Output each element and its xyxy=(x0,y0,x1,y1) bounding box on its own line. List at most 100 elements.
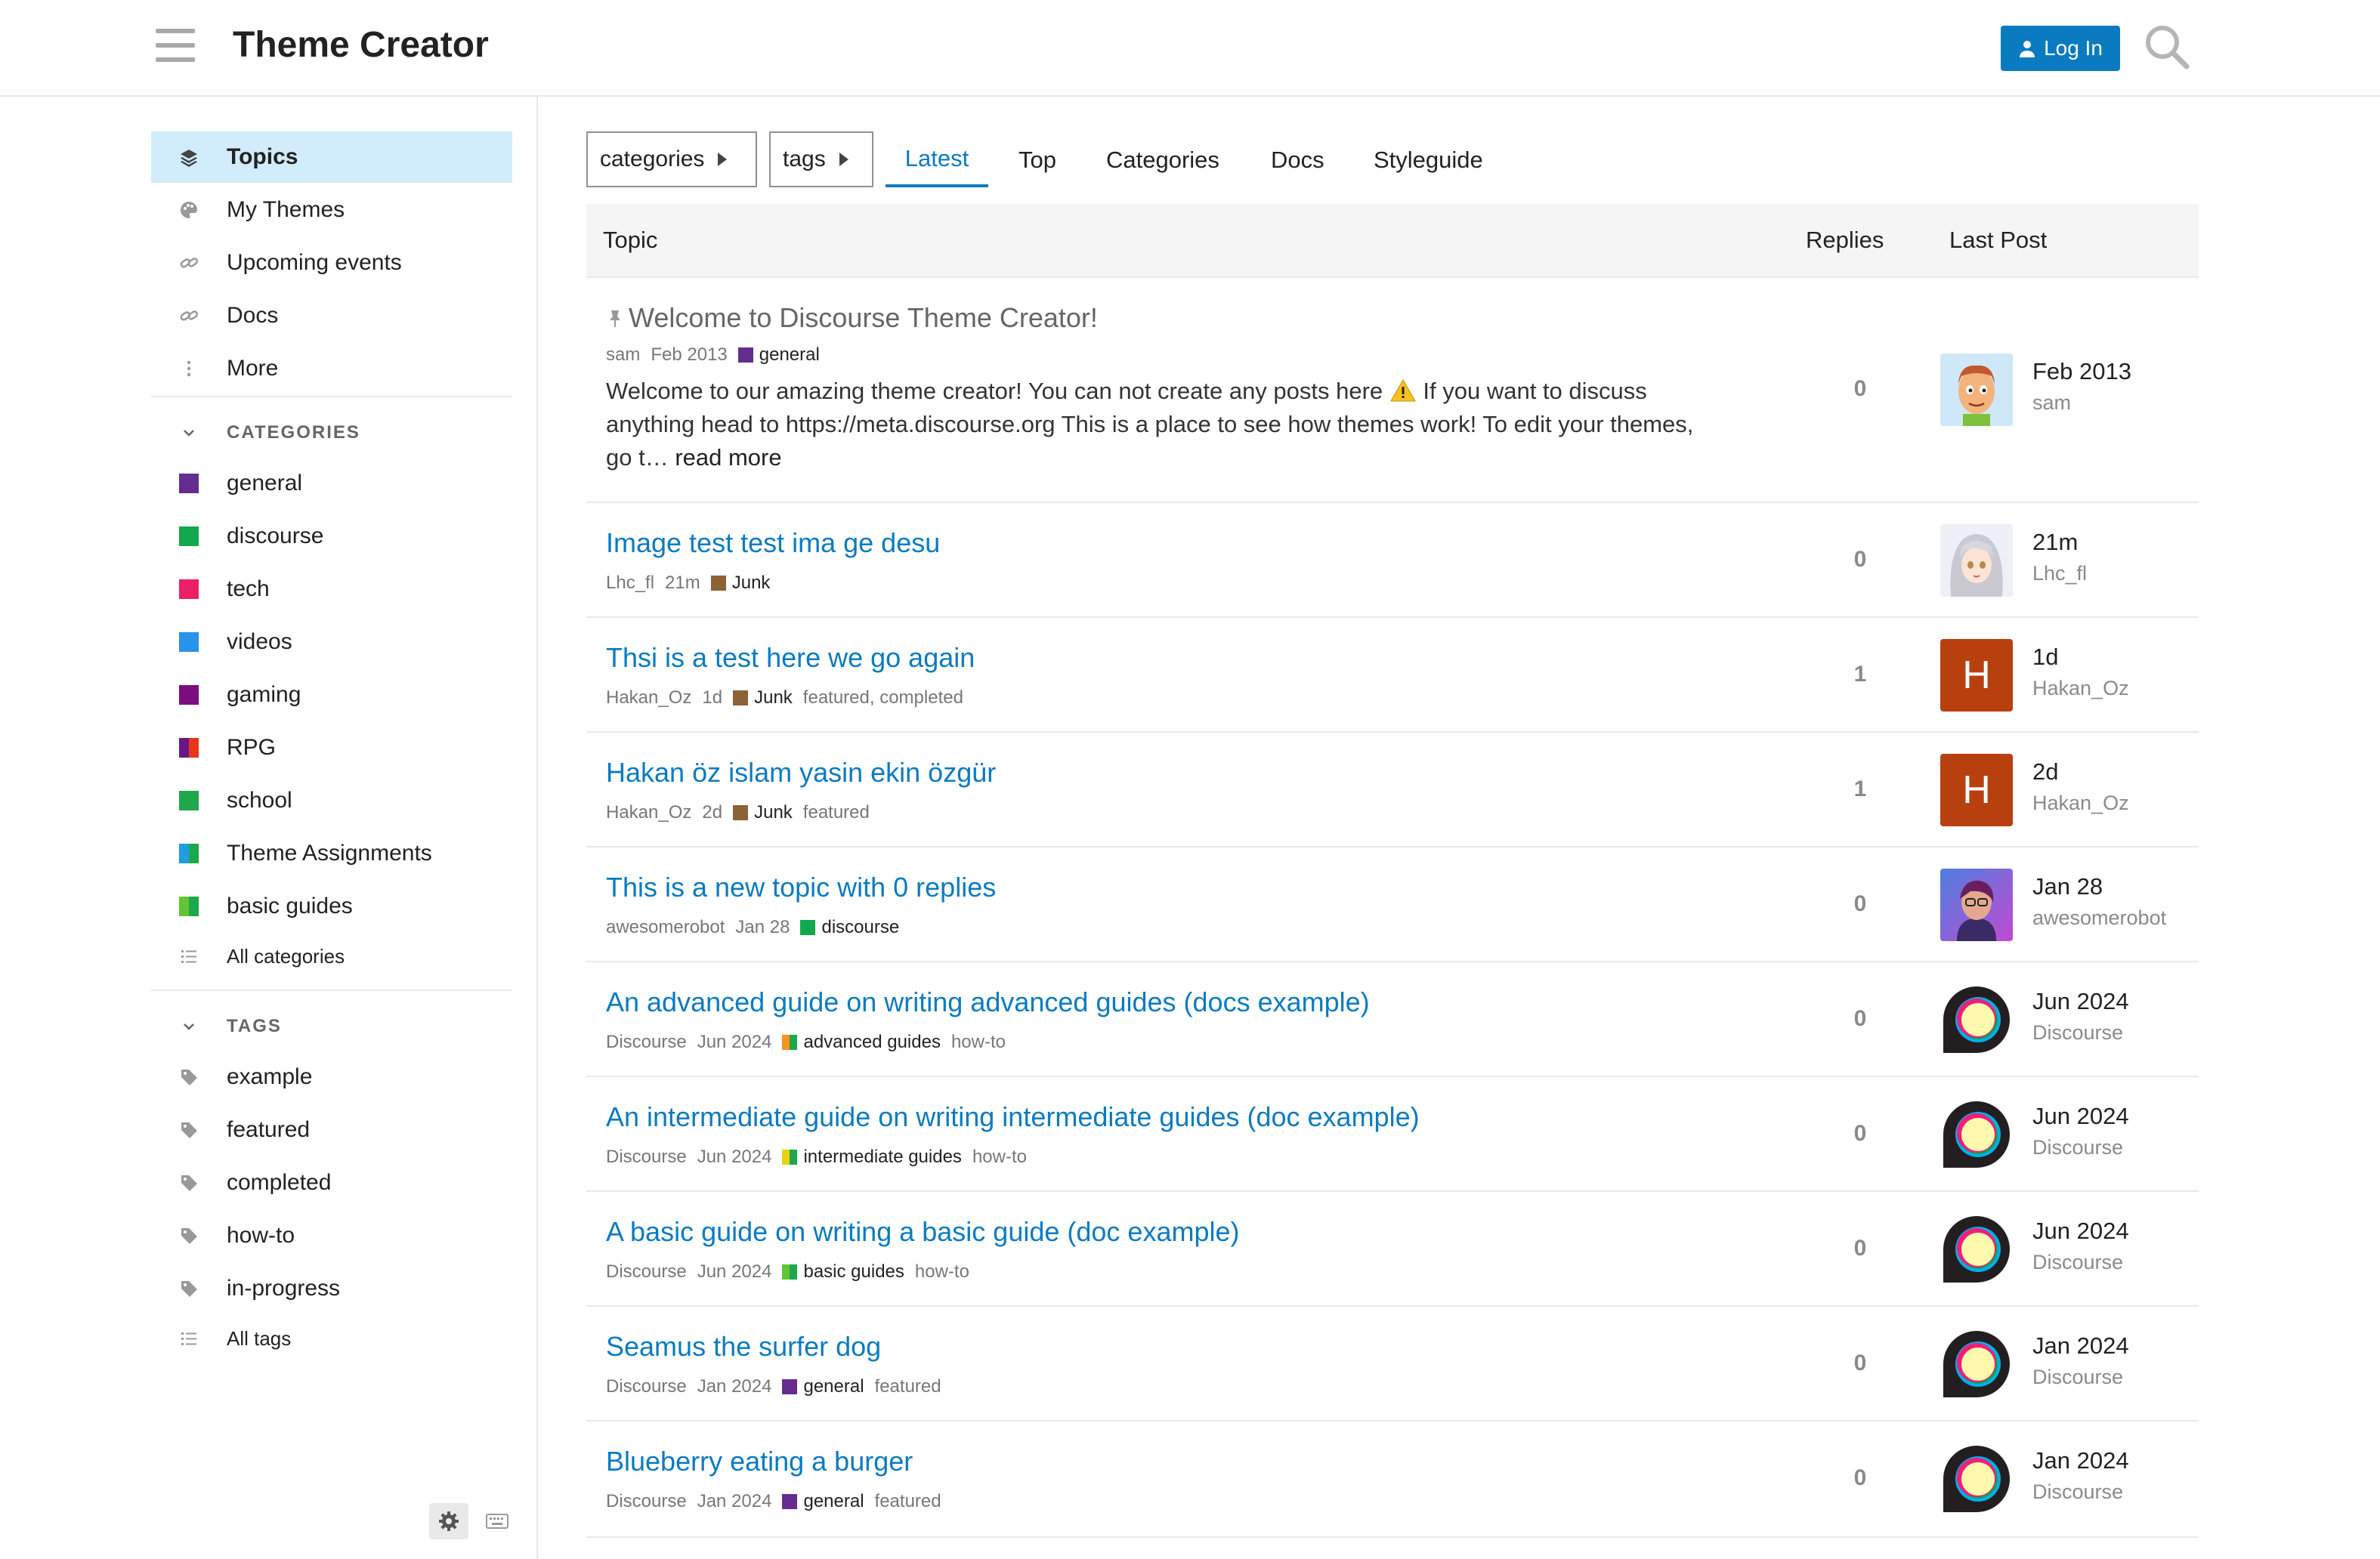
reply-count[interactable]: 0 xyxy=(1838,547,1883,573)
reply-count[interactable]: 0 xyxy=(1838,1465,1883,1491)
topic-title[interactable]: An intermediate guide on writing interme… xyxy=(606,1101,1420,1133)
topic-title[interactable]: Seamus the surfer dog xyxy=(606,1331,881,1363)
sidebar-categories-header[interactable]: CATEGORIES xyxy=(151,414,512,452)
topic-title[interactable]: Welcome to Discourse Theme Creator! xyxy=(606,302,1098,334)
topic-poster[interactable]: sam xyxy=(606,344,640,366)
tab-styleguide[interactable]: Styleguide xyxy=(1374,133,1483,187)
search-icon[interactable] xyxy=(2143,23,2191,71)
sidebar-tag-featured[interactable]: featured xyxy=(151,1104,512,1156)
reply-count[interactable]: 1 xyxy=(1838,662,1883,687)
topic-poster[interactable]: Lhc_fl xyxy=(606,573,654,594)
category-badge[interactable]: general xyxy=(782,1376,864,1397)
anime-avatar[interactable] xyxy=(1940,524,2013,597)
column-header-topic[interactable]: Topic xyxy=(603,227,657,254)
discourse-logo[interactable] xyxy=(1940,983,2013,1056)
sidebar-tag-completed[interactable]: completed xyxy=(151,1157,512,1209)
topic-title[interactable]: Thsi is a test here we go again xyxy=(606,642,975,674)
sidebar-item-upcoming-events[interactable]: Upcoming events xyxy=(151,237,512,289)
column-header-replies[interactable]: Replies xyxy=(1806,227,1884,254)
sidebar-tags-header[interactable]: TAGS xyxy=(151,1008,512,1045)
last-post-user[interactable]: Discourse xyxy=(2032,1021,2123,1045)
sidebar-customize-button[interactable] xyxy=(429,1503,468,1539)
topic-title[interactable]: A basic guide on writing a basic guide (… xyxy=(606,1216,1239,1248)
reply-count[interactable]: 0 xyxy=(1838,1236,1883,1261)
sidebar-category-general[interactable]: general xyxy=(151,458,512,509)
topic-poster[interactable]: Hakan_Oz xyxy=(606,802,691,823)
sidebar-category-videos[interactable]: videos xyxy=(151,616,512,668)
sidebar-category-gaming[interactable]: gaming xyxy=(151,669,512,721)
topic-tags[interactable]: featured xyxy=(875,1376,941,1397)
column-header-last-post[interactable]: Last Post xyxy=(1949,227,2047,254)
sidebar-tag-example[interactable]: example xyxy=(151,1051,512,1103)
robot-avatar[interactable] xyxy=(1940,869,2013,941)
letter-avatar[interactable]: H xyxy=(1940,754,2013,826)
category-badge[interactable]: intermediate guides xyxy=(782,1147,962,1168)
topic-tags[interactable]: how-to xyxy=(951,1032,1006,1053)
sidebar-item-docs[interactable]: Docs xyxy=(151,290,512,341)
topic-tags[interactable]: featured xyxy=(803,802,870,823)
sidebar-category-school[interactable]: school xyxy=(151,775,512,826)
topic-title[interactable]: This is a new topic with 0 replies xyxy=(606,872,996,903)
category-badge[interactable]: Junk xyxy=(733,687,793,708)
reply-count[interactable]: 0 xyxy=(1838,1006,1883,1032)
tab-top[interactable]: Top xyxy=(1018,133,1056,187)
topic-tags[interactable]: how-to xyxy=(972,1147,1027,1168)
sidebar-category-rpg[interactable]: RPG xyxy=(151,722,512,773)
discourse-logo[interactable] xyxy=(1940,1328,2013,1400)
discourse-logo[interactable] xyxy=(1940,1098,2013,1171)
site-title[interactable]: Theme Creator xyxy=(233,24,489,66)
topic-poster[interactable]: Discourse xyxy=(606,1491,687,1512)
topic-poster[interactable]: Hakan_Oz xyxy=(606,687,691,708)
hamburger-menu-icon[interactable] xyxy=(156,29,195,62)
sidebar-category-theme-assignments[interactable]: Theme Assignments xyxy=(151,828,512,879)
last-post-user[interactable]: Discourse xyxy=(2032,1136,2123,1159)
tab-docs[interactable]: Docs xyxy=(1271,133,1324,187)
category-badge[interactable]: basic guides xyxy=(782,1261,904,1283)
topic-title[interactable]: Blueberry eating a burger xyxy=(606,1446,913,1477)
topic-poster[interactable]: awesomerobot xyxy=(606,917,725,938)
last-post-user[interactable]: sam xyxy=(2032,391,2071,415)
topic-tags[interactable]: how-to xyxy=(915,1261,969,1283)
read-more-link[interactable]: read more xyxy=(675,444,781,471)
reply-count[interactable]: 1 xyxy=(1838,776,1883,802)
last-post-user[interactable]: Lhc_fl xyxy=(2032,562,2087,585)
topic-poster[interactable]: Discourse xyxy=(606,1147,687,1168)
sidebar-tag-how-to[interactable]: how-to xyxy=(151,1210,512,1261)
topic-tags[interactable]: featured, completed xyxy=(803,687,963,708)
topic-poster[interactable]: Discourse xyxy=(606,1376,687,1397)
topic-title[interactable]: Hakan öz islam yasin ekin özgür xyxy=(606,757,996,789)
topic-title[interactable]: Image test test ima ge desu xyxy=(606,527,940,559)
categories-dropdown[interactable]: categories xyxy=(586,131,757,187)
sidebar-category-discourse[interactable]: discourse xyxy=(151,511,512,562)
login-button[interactable]: Log In xyxy=(2001,26,2120,71)
tab-latest[interactable]: Latest xyxy=(886,133,988,187)
category-badge[interactable]: Junk xyxy=(733,802,793,823)
sidebar-all-categories[interactable]: All categories xyxy=(151,931,512,982)
sidebar-category-basic-guides[interactable]: basic guides xyxy=(151,881,512,932)
last-post-user[interactable]: awesomerobot xyxy=(2032,906,2166,930)
keyboard-shortcuts-button[interactable] xyxy=(478,1503,517,1539)
category-badge[interactable]: discourse xyxy=(800,917,899,938)
discourse-logo[interactable] xyxy=(1940,1213,2013,1286)
reply-count[interactable]: 0 xyxy=(1838,1351,1883,1376)
last-post-user[interactable]: Hakan_Oz xyxy=(2032,792,2129,815)
topic-poster[interactable]: Discourse xyxy=(606,1032,687,1053)
last-post-user[interactable]: Discourse xyxy=(2032,1480,2123,1504)
sidebar-item-my-themes[interactable]: My Themes xyxy=(151,184,512,236)
tab-categories[interactable]: Categories xyxy=(1106,133,1219,187)
last-post-user[interactable]: Discourse xyxy=(2032,1251,2123,1274)
sidebar-item-more[interactable]: More xyxy=(151,343,512,394)
sidebar-item-topics[interactable]: Topics xyxy=(151,131,512,183)
topic-poster[interactable]: Discourse xyxy=(606,1261,687,1283)
sidebar-tag-in-progress[interactable]: in-progress xyxy=(151,1263,512,1314)
discourse-logo[interactable] xyxy=(1940,1443,2013,1515)
last-post-user[interactable]: Discourse xyxy=(2032,1366,2123,1389)
sam-avatar[interactable] xyxy=(1940,353,2013,426)
reply-count[interactable]: 0 xyxy=(1838,376,1883,402)
topic-tags[interactable]: featured xyxy=(875,1491,941,1512)
tags-dropdown[interactable]: tags xyxy=(769,131,873,187)
sidebar-category-tech[interactable]: tech xyxy=(151,563,512,615)
last-post-user[interactable]: Hakan_Oz xyxy=(2032,677,2129,700)
letter-avatar[interactable]: H xyxy=(1940,639,2013,712)
category-badge[interactable]: general xyxy=(782,1491,864,1512)
